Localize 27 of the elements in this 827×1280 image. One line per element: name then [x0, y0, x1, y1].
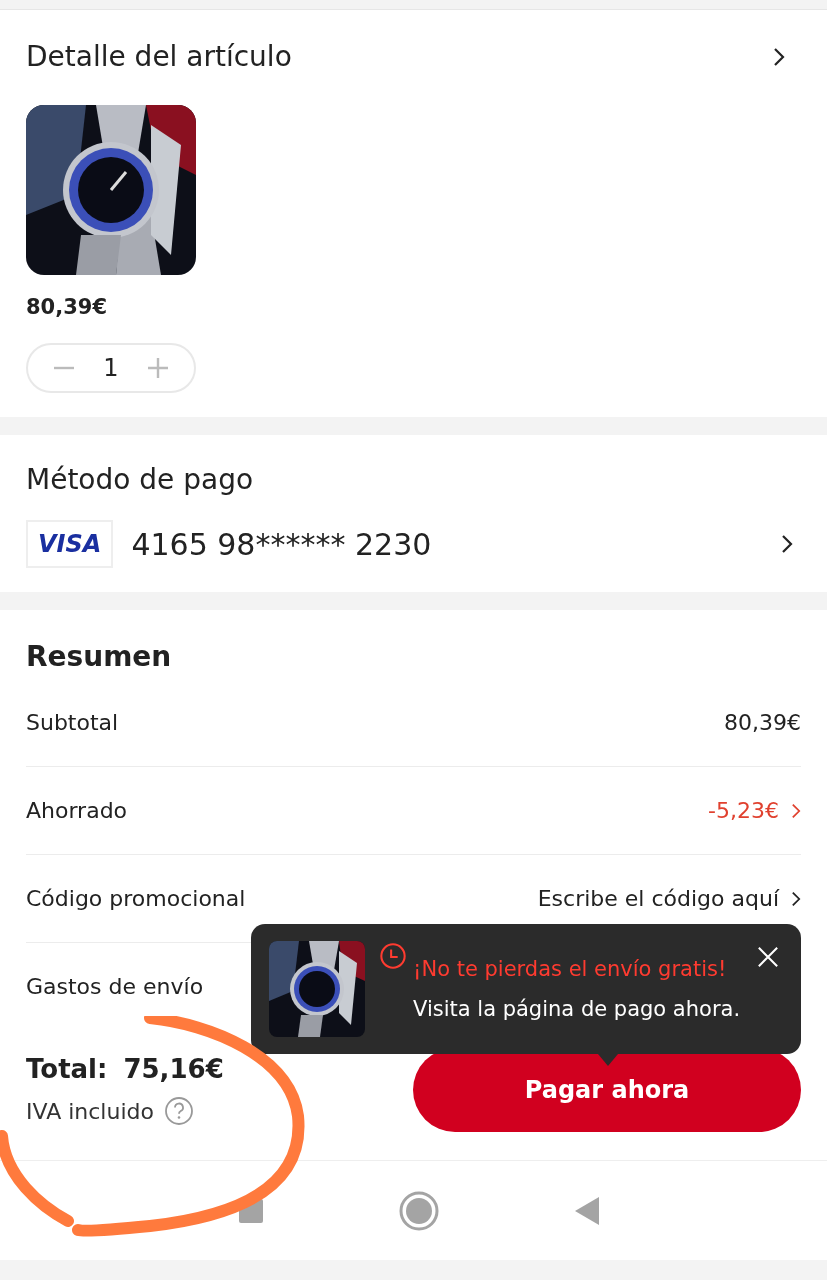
chevron-right-icon[interactable]: [791, 890, 801, 907]
item-price: 80,39€: [26, 295, 109, 319]
toast-message: ¡No te pierdas el envío gratis! Visita la página de pago ahora.: [413, 956, 742, 1023]
close-icon[interactable]: [757, 946, 779, 968]
discount-value: -5,23€: [708, 798, 779, 823]
home-icon[interactable]: [398, 1190, 439, 1231]
total-amount: 75,16€: [123, 1054, 224, 1084]
row-label: Subtotal: [26, 710, 119, 735]
tax-note: IVA incluido: [26, 1098, 154, 1124]
row-label: Ahorrado: [26, 798, 128, 823]
section-title: Detalle del artículo: [26, 40, 292, 73]
chevron-right-icon[interactable]: [773, 46, 785, 67]
promo-code-field[interactable]: Escribe el código aquí: [537, 886, 779, 911]
plus-icon[interactable]: [146, 356, 170, 380]
row-value: 80,39€: [724, 710, 801, 735]
total-label: Total:: [26, 1054, 108, 1084]
help-icon[interactable]: [163, 1096, 194, 1126]
quantity-value: 1: [103, 354, 119, 382]
row-label: Gastos de envío: [26, 974, 204, 999]
section-title: Método de pago: [26, 463, 255, 496]
visa-logo: VISA: [26, 520, 114, 568]
clock-icon: [379, 942, 407, 970]
chevron-right-icon[interactable]: [781, 534, 793, 554]
row-label: Código promocional: [26, 886, 246, 911]
card-number[interactable]: 4165 98****** 2230: [131, 526, 763, 562]
section-title: Resumen: [26, 640, 173, 673]
back-icon[interactable]: [573, 1195, 600, 1226]
